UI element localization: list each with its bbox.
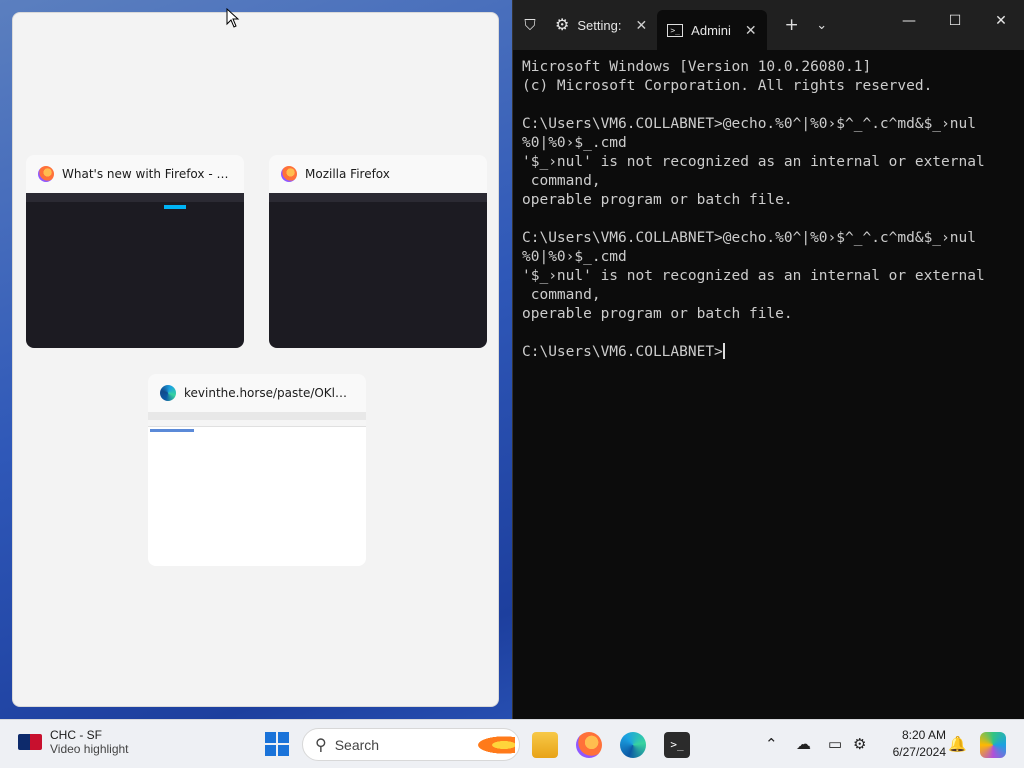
tab-label: Setting: [577, 17, 622, 33]
cloud-offline-icon[interactable]: ☁ [796, 735, 811, 753]
new-tab-button[interactable]: + [777, 15, 807, 35]
terminal-line: operable program or batch file. [522, 306, 793, 322]
edge-icon[interactable] [620, 732, 646, 758]
close-button[interactable]: ✕ [978, 0, 1024, 42]
close-tab-icon[interactable]: ✕ [745, 22, 757, 39]
snap-window-thumbnail[interactable]: Mozilla Firefox [269, 155, 487, 348]
close-tab-icon[interactable]: ✕ [635, 17, 647, 34]
window-title: What's new with Firefox - Mo... [62, 167, 232, 181]
window-preview [148, 412, 366, 566]
terminal-icon[interactable]: >_ [664, 732, 690, 758]
widget-headline: CHC - SF [50, 728, 102, 742]
terminal-line: C:\Users\VM6.COLLABNET>@echo.%0^|%0›$^_^… [522, 116, 976, 132]
terminal-line: %0|%0›$_.cmd [522, 135, 627, 151]
mouse-pointer-icon [226, 8, 240, 28]
clock-time: 8:20 AM [901, 728, 946, 742]
snap-assist-panel: What's new with Firefox - Mo... Mozilla … [12, 12, 499, 707]
copilot-icon[interactable] [980, 732, 1006, 758]
terminal-line: (c) Microsoft Corporation. All rights re… [522, 78, 933, 94]
windows-logo-icon [265, 732, 276, 743]
mlb-logo-icon [18, 734, 42, 750]
terminal-line: %0|%0›$_.cmd [522, 249, 627, 265]
window-title: kevinthe.horse/paste/OKl0WY... [184, 386, 354, 400]
terminal-line: operable program or batch file. [522, 192, 793, 208]
search-highlight-icon [471, 733, 515, 756]
terminal-window: ⛉ ⚙ Setting: ✕ >_ Admini ✕ + ⌄ — ☐ ✕ Mic… [512, 0, 1024, 719]
notification-bell-icon[interactable]: 🔔 [948, 735, 967, 753]
search-icon: ⚲ [315, 736, 327, 754]
widgets-button[interactable]: CHC - SF Video highlight [18, 728, 129, 756]
text-cursor [722, 343, 725, 359]
clock-date: 6/27/2024 [892, 745, 946, 759]
tab-dropdown-button[interactable]: ⌄ [807, 18, 837, 33]
terminal-line: command, [522, 173, 601, 189]
firefox-icon [38, 166, 54, 182]
window-preview [26, 193, 244, 348]
taskbar: CHC - SF Video highlight ⚲ Search >_ ⌃ ☁… [0, 719, 1024, 768]
window-preview [269, 193, 487, 348]
tab-bar: ⛉ ⚙ Setting: ✕ >_ Admini ✕ + ⌄ — ☐ ✕ [513, 0, 1024, 50]
command-prompt: C:\Users\VM6.COLLABNET> [522, 344, 723, 360]
terminal-line: Microsoft Windows [Version 10.0.26080.1] [522, 59, 872, 75]
shield-icon[interactable]: ⛉ [515, 16, 545, 34]
clock[interactable]: 8:20 AM 6/27/2024 [893, 727, 946, 761]
terminal-line: '$_›nul' is not recognized as an interna… [522, 154, 985, 170]
minimize-button[interactable]: — [886, 0, 932, 42]
search-placeholder: Search [334, 736, 380, 753]
maximize-button[interactable]: ☐ [932, 0, 978, 42]
file-explorer-icon[interactable] [532, 732, 558, 758]
gear-icon: ⚙ [555, 17, 570, 34]
terminal-output[interactable]: Microsoft Windows [Version 10.0.26080.1]… [513, 50, 1024, 362]
network-icon[interactable]: ⚙ [853, 735, 866, 753]
window-title: Mozilla Firefox [305, 167, 390, 181]
snap-window-thumbnail[interactable]: kevinthe.horse/paste/OKl0WY... [148, 374, 366, 566]
start-button[interactable] [265, 732, 289, 756]
tab-label: Admini [691, 22, 731, 38]
terminal-line: C:\Users\VM6.COLLABNET>@echo.%0^|%0›$^_^… [522, 230, 976, 246]
terminal-icon: >_ [667, 23, 684, 37]
display-icon[interactable]: ▭ [828, 735, 842, 753]
terminal-line: command, [522, 287, 601, 303]
terminal-line: '$_›nul' is not recognized as an interna… [522, 268, 985, 284]
edge-icon [160, 385, 176, 401]
tab-settings[interactable]: ⚙ Setting: ✕ [545, 7, 657, 43]
search-box[interactable]: ⚲ Search [302, 728, 520, 761]
firefox-icon [281, 166, 297, 182]
widget-subtitle: Video highlight [50, 742, 129, 756]
chevron-up-icon[interactable]: ⌃ [765, 735, 778, 753]
snap-window-thumbnail[interactable]: What's new with Firefox - Mo... [26, 155, 244, 348]
firefox-icon[interactable] [576, 732, 602, 758]
tab-admin[interactable]: >_ Admini ✕ [657, 10, 767, 50]
